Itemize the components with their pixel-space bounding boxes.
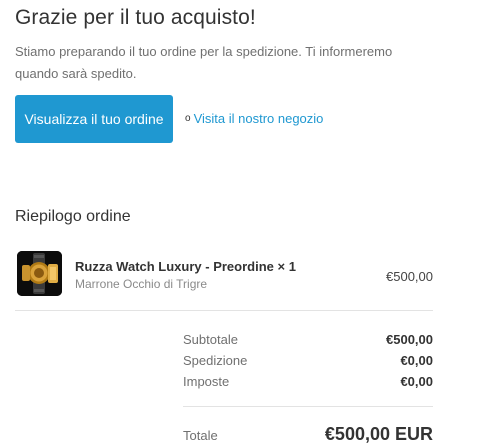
- product-thumbnail: [17, 251, 62, 296]
- watch-icon: [17, 251, 62, 296]
- subtotal-row: Subtotale €500,00: [183, 332, 433, 347]
- taxes-row: Imposte €0,00: [183, 374, 433, 389]
- total-label: Totale: [183, 428, 218, 443]
- product-name: Ruzza Watch Luxury - Preordine × 1: [75, 259, 296, 274]
- shipping-label: Spedizione: [183, 353, 248, 368]
- total-row: Totale €500,00 EUR: [183, 424, 433, 445]
- visit-store-link[interactable]: Visita il nostro negozio: [194, 111, 324, 126]
- view-order-button[interactable]: Visualizza il tuo ordine: [15, 95, 173, 143]
- total-divider: [183, 406, 433, 407]
- confirmation-message: Stiamo preparando il tuo ordine per la s…: [15, 44, 393, 81]
- summary-divider: [15, 310, 433, 311]
- subtotal-label: Subtotale: [183, 332, 238, 347]
- product-variant: Marrone Occhio di Trigre: [75, 277, 208, 291]
- shipping-value: €0,00: [400, 353, 433, 368]
- product-price: €500,00: [386, 269, 433, 284]
- or-separator: o: [185, 112, 191, 124]
- page-title: Grazie per il tuo acquisto!: [15, 6, 256, 29]
- shipping-row: Spedizione €0,00: [183, 353, 433, 368]
- total-value: €500,00 EUR: [324, 424, 433, 444]
- visit-store-link-group[interactable]: o Visita il nostro negozio: [185, 111, 323, 126]
- order-summary-heading: Riepilogo ordine: [15, 208, 131, 225]
- subtotal-value: €500,00: [386, 332, 433, 347]
- taxes-label: Imposte: [183, 374, 230, 389]
- taxes-value: €0,00: [400, 374, 433, 389]
